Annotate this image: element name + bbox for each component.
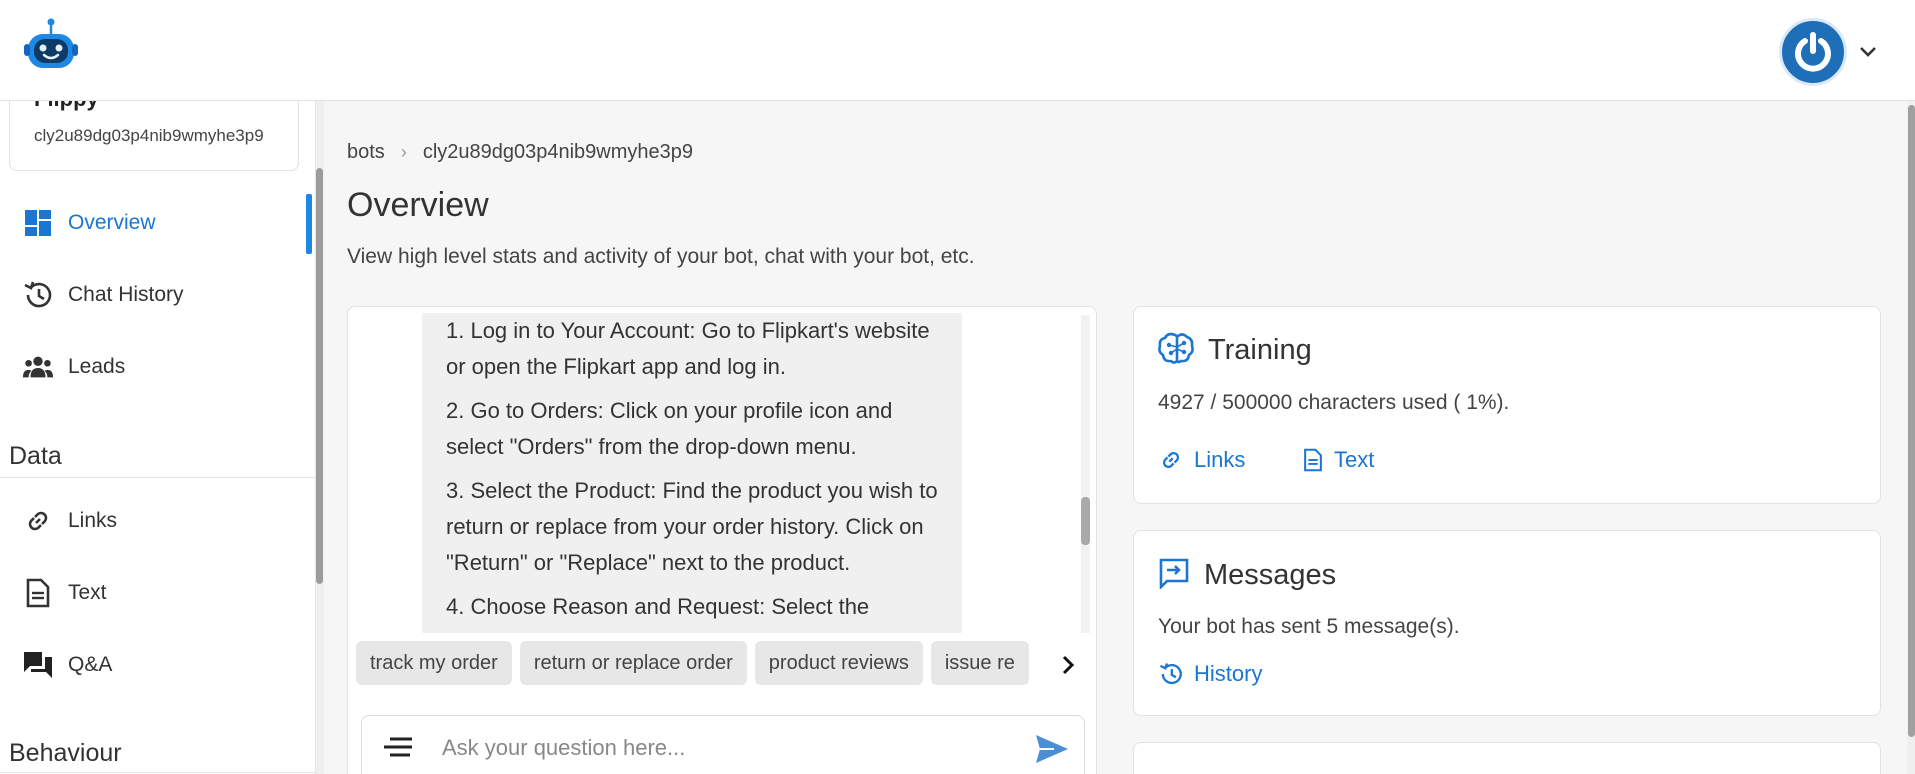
section-title-behaviour: Behaviour xyxy=(9,739,122,767)
chevron-down-icon[interactable] xyxy=(1857,40,1879,62)
sidebar-item-chat-history[interactable]: Chat History xyxy=(0,267,314,323)
sidebar-item-leads[interactable]: Leads xyxy=(0,339,314,395)
question-input[interactable] xyxy=(442,728,1002,768)
send-icon[interactable] xyxy=(1034,732,1070,766)
people-icon xyxy=(22,351,54,383)
chevron-right-icon[interactable] xyxy=(1054,651,1082,679)
breadcrumb: bots › cly2u89dg03p4nib9wmyhe3p9 xyxy=(347,141,693,164)
breadcrumb-bots-link[interactable]: bots xyxy=(347,141,385,164)
bot-name: Flippy xyxy=(34,101,99,112)
chat-input-box xyxy=(361,715,1085,774)
chat-scrollbar-thumb[interactable] xyxy=(1081,497,1090,545)
messages-count-text: Your bot has sent 5 message(s). xyxy=(1158,615,1460,638)
chat-forward-icon xyxy=(1158,557,1190,594)
sidebar-item-label: Overview xyxy=(68,211,156,234)
link-icon xyxy=(1162,451,1180,469)
chevron-right-icon: › xyxy=(400,142,407,162)
training-links-label: Links xyxy=(1194,447,1246,472)
training-text-button[interactable]: Text xyxy=(1302,447,1374,473)
chat-panel: 1. Log in to Your Account: Go to Flipkar… xyxy=(347,306,1097,774)
training-text-label: Text xyxy=(1334,447,1375,472)
bot-message-bubble: 1. Log in to Your Account: Go to Flipkar… xyxy=(422,313,962,633)
chip-issue-refund[interactable]: issue re xyxy=(930,641,1029,685)
sidebar-item-qa[interactable]: Q&A xyxy=(0,637,314,693)
bot-info-card: Flippy cly2u89dg03p4nib9wmyhe3p9 xyxy=(9,101,299,171)
section-title-data: Data xyxy=(9,442,62,470)
power-icon xyxy=(1795,32,1831,72)
message-line: 1. Log in to Your Account: Go to Flipkar… xyxy=(446,318,930,379)
bot-id: cly2u89dg03p4nib9wmyhe3p9 xyxy=(34,126,264,145)
history-label: History xyxy=(1194,661,1263,686)
active-indicator xyxy=(306,194,312,254)
document-icon xyxy=(22,577,54,609)
chip-product-reviews[interactable]: product reviews xyxy=(754,641,923,685)
page-scrollbar-thumb[interactable] xyxy=(1908,105,1915,737)
chip-track-my-order[interactable]: track my order xyxy=(356,641,512,685)
page-subtitle: View high level stats and activity of yo… xyxy=(347,245,975,268)
menu-icon[interactable] xyxy=(382,736,414,760)
sidebar: Flippy cly2u89dg03p4nib9wmyhe3p9 Overvie… xyxy=(0,101,316,774)
forum-icon xyxy=(22,649,54,681)
chat-scrollbar-track[interactable] xyxy=(1081,315,1090,633)
sidebar-item-links[interactable]: Links xyxy=(0,493,314,549)
chip-return-or-replace-order[interactable]: return or replace order xyxy=(519,641,747,685)
link-icon xyxy=(22,505,54,537)
stats-card xyxy=(1133,742,1881,774)
message-line: 4. Choose Reason and Request: Select the… xyxy=(446,594,870,633)
document-icon xyxy=(1304,448,1322,472)
dashboard-icon xyxy=(22,207,54,239)
sidebar-item-overview[interactable]: Overview xyxy=(0,195,314,251)
sidebar-item-label: Chat History xyxy=(68,283,184,306)
user-avatar[interactable] xyxy=(1779,18,1847,86)
sidebar-item-label: Q&A xyxy=(68,653,113,676)
messages-header: Messages xyxy=(1158,557,1336,594)
history-button[interactable]: History xyxy=(1158,661,1262,687)
sidebar-item-label: Leads xyxy=(68,355,126,378)
divider xyxy=(0,477,315,478)
messages-card: Messages Your bot has sent 5 message(s).… xyxy=(1133,530,1881,716)
brain-icon xyxy=(1158,331,1194,370)
training-links-button[interactable]: Links xyxy=(1158,447,1245,473)
sidebar-item-text[interactable]: Text xyxy=(0,565,314,621)
history-icon xyxy=(22,279,54,311)
training-title: Training xyxy=(1208,334,1312,366)
message-line: 3. Select the Product: Find the product … xyxy=(446,478,938,575)
breadcrumb-current: cly2u89dg03p4nib9wmyhe3p9 xyxy=(422,141,694,163)
messages-title: Messages xyxy=(1204,559,1337,591)
training-card: Training 4927 / 500000 characters used (… xyxy=(1133,306,1881,504)
page-title: Overview xyxy=(347,186,489,224)
divider xyxy=(0,772,315,773)
bot-logo-icon[interactable] xyxy=(24,18,78,74)
suggestion-chips: track my order return or replace order pro… xyxy=(356,641,1044,687)
sidebar-item-label: Text xyxy=(68,581,107,604)
training-usage: 4927 / 500000 characters used ( 1%). xyxy=(1158,391,1510,414)
training-header: Training xyxy=(1158,331,1312,370)
history-icon xyxy=(1159,663,1182,685)
sidebar-item-label: Links xyxy=(68,509,118,532)
top-bar xyxy=(0,0,1915,101)
message-line: 2. Go to Orders: Click on your profile i… xyxy=(446,398,893,459)
sidebar-scrollbar-thumb[interactable] xyxy=(316,168,323,584)
